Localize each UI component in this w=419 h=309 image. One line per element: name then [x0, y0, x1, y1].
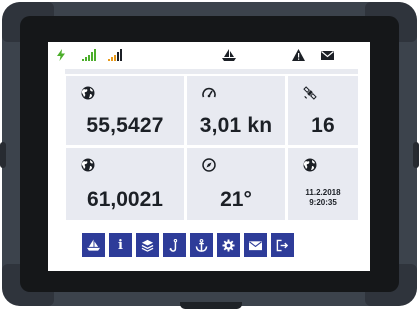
datetime-value: 11.2.2018 9:20:35: [288, 188, 358, 208]
messages-button[interactable]: [244, 233, 267, 257]
app-screen: 55,5427 3,01 kn 16 61,0021 21° 11.2.2018…: [48, 42, 370, 271]
hook-button[interactable]: [163, 233, 186, 257]
satellite-icon: [303, 86, 317, 100]
layers-button[interactable]: [136, 233, 159, 257]
time-value: 9:20:35: [309, 198, 337, 207]
sailboat-icon: [87, 238, 100, 251]
info-button[interactable]: i: [109, 233, 132, 257]
settings-icon: [222, 238, 235, 252]
date-value: 11.2.2018: [305, 188, 341, 197]
side-button: [0, 142, 6, 168]
globe-icon: [81, 86, 95, 100]
warning-icon[interactable]: [292, 49, 305, 61]
globe-icon: [81, 158, 95, 172]
settings-button[interactable]: [217, 233, 240, 257]
anchor-icon: [195, 238, 208, 252]
signal-strength-icon: [108, 49, 122, 61]
status-bar: [48, 42, 370, 68]
status-divider: [65, 69, 358, 74]
hook-icon: [169, 238, 178, 252]
boat-button[interactable]: [82, 233, 105, 257]
speed-tile[interactable]: 3,01 kn: [187, 76, 285, 145]
power-icon: [57, 49, 65, 61]
sailboat-icon: [222, 49, 236, 61]
longitude-tile[interactable]: 61,0021: [66, 148, 184, 220]
layers-icon: [141, 239, 154, 252]
speedometer-icon: [202, 87, 216, 98]
mail-icon[interactable]: [321, 49, 334, 61]
signal-strength-icon: [82, 49, 96, 61]
heading-value: 21°: [220, 188, 252, 211]
anchor-button[interactable]: [190, 233, 213, 257]
logout-icon: [276, 239, 289, 251]
latitude-tile[interactable]: 55,5427: [66, 76, 184, 145]
compass-icon: [202, 158, 216, 172]
longitude-value: 61,0021: [87, 188, 163, 211]
side-button: [413, 142, 419, 168]
satellite-count: 16: [311, 114, 335, 137]
speed-value: 3,01 kn: [199, 114, 273, 137]
latitude-value: 55,5427: [86, 114, 164, 137]
datetime-tile[interactable]: 11.2.2018 9:20:35: [288, 148, 358, 220]
info-icon: i: [118, 237, 123, 253]
bottom-connector: [180, 302, 242, 309]
globe-icon: [303, 158, 317, 172]
heading-tile[interactable]: 21°: [187, 148, 285, 220]
logout-button[interactable]: [271, 233, 294, 257]
mail-icon: [249, 240, 262, 250]
satellites-tile[interactable]: 16: [288, 76, 358, 145]
